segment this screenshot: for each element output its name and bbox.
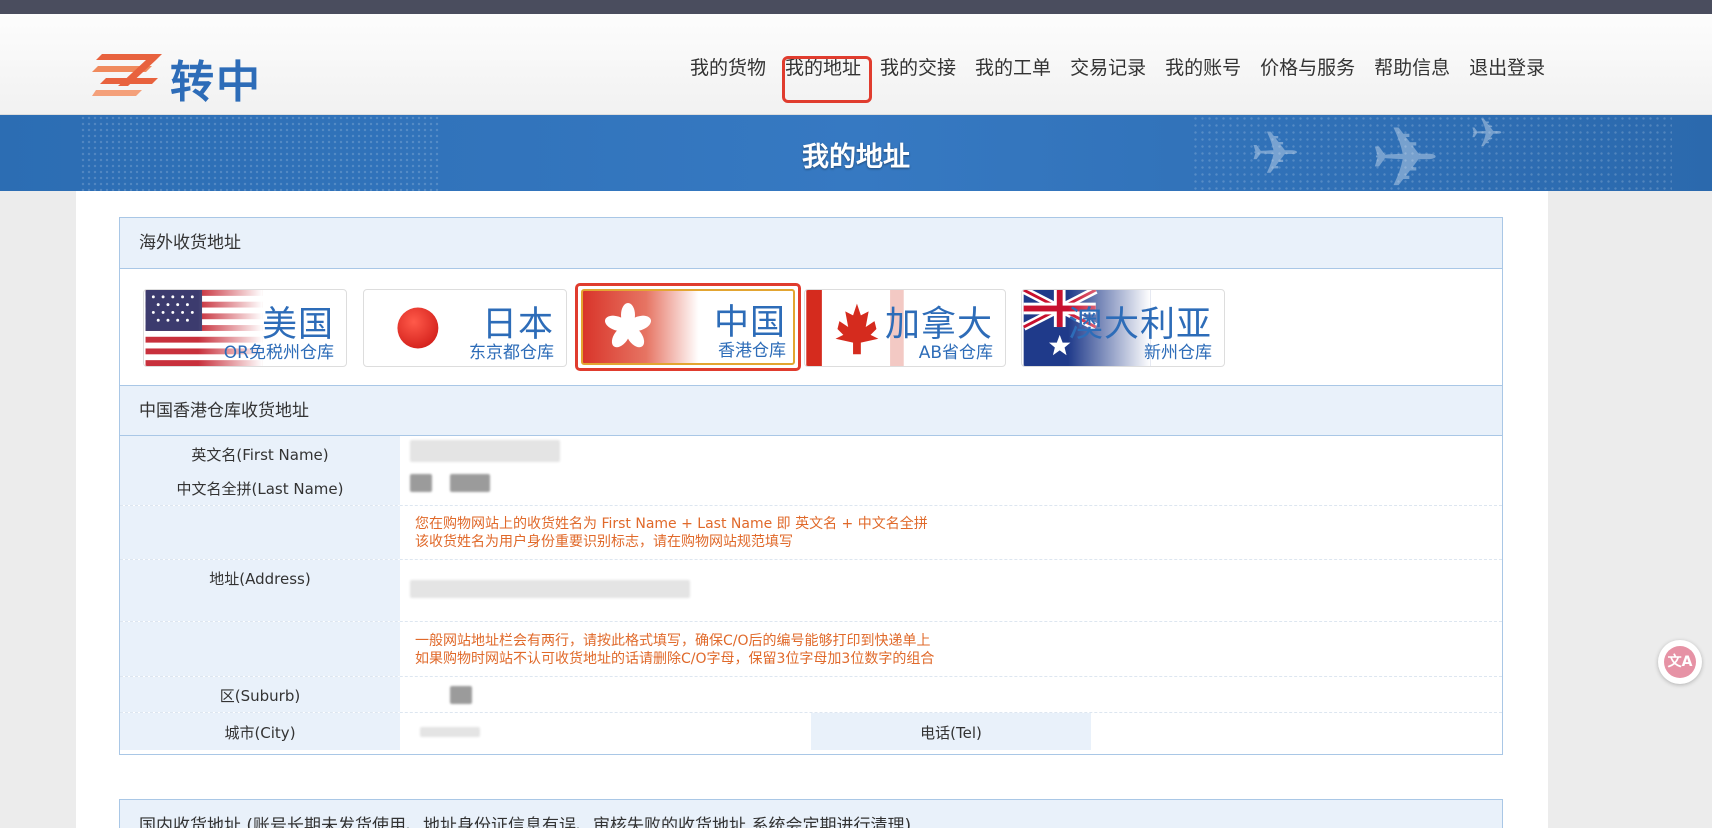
warehouse-hongkong[interactable]: 中国 香港仓库	[575, 283, 801, 371]
overseas-address-panel: 海外收货地址 美国 OR免税州仓库 日本 东京都仓库 中国 香港仓库 加拿大 A…	[119, 217, 1503, 755]
warehouse-canada[interactable]: 加拿大 AB省仓库	[804, 289, 1006, 367]
japan-flag-icon	[397, 307, 439, 349]
warehouse-australia[interactable]: 澳大利亚 新州仓库	[1021, 289, 1225, 367]
warehouse-name: AB省仓库	[918, 343, 993, 363]
name-row: 英文名(First Name) 中文名全拼(Last Name)	[120, 436, 1502, 506]
address-section-title: 中国香港仓库收货地址	[120, 385, 1502, 436]
active-nav-highlight	[782, 56, 872, 103]
site-logo[interactable]: 转中	[92, 42, 262, 108]
city-row: 城市(City) 电话(Tel)	[120, 713, 1502, 750]
warehouse-japan[interactable]: 日本 东京都仓库	[363, 289, 567, 367]
nav-item-tickets[interactable]: 我的工单	[975, 54, 1051, 82]
nav-item-transactions[interactable]: 交易记录	[1070, 54, 1146, 82]
brand-name: 转中	[170, 57, 262, 108]
nav-item-pricing[interactable]: 价格与服务	[1260, 54, 1355, 82]
page-banner: ✈ ✈ ✈ 我的地址	[0, 115, 1712, 191]
suburb-row: 区(Suburb)	[120, 677, 1502, 713]
airplane-icon: ✈	[1470, 115, 1504, 157]
suburb-label: 区(Suburb)	[219, 687, 301, 705]
address-label: 地址(Address)	[209, 570, 311, 588]
warehouse-us[interactable]: 美国 OR免税州仓库	[143, 289, 347, 367]
nav-item-account[interactable]: 我的账号	[1165, 54, 1241, 82]
airplane-icon: ✈	[1250, 119, 1301, 189]
nav-item-logout[interactable]: 退出登录	[1469, 54, 1545, 82]
last-name-value	[450, 474, 490, 492]
warehouse-selector: 美国 OR免税州仓库 日本 东京都仓库 中国 香港仓库 加拿大 AB省仓库 澳大…	[120, 269, 1502, 385]
nav-item-help[interactable]: 帮助信息	[1374, 54, 1450, 82]
address-note: 一般网站地址栏会有两行，请按此格式填写，确保C/O后的编号能够打印到快递单上 如…	[415, 633, 935, 667]
warehouse-name: 新州仓库	[1144, 343, 1212, 363]
hongkong-flag-icon	[604, 303, 652, 348]
name-note-row: 您在购物网站上的收货姓名为 First Name + Last Name 即 英…	[120, 506, 1502, 560]
warehouse-name: 东京都仓库	[469, 343, 554, 363]
address-table: 英文名(First Name) 中文名全拼(Last Name) 您在购物网站上…	[120, 436, 1502, 750]
logo-stripes-icon	[92, 54, 162, 96]
city-label: 城市(City)	[224, 724, 296, 742]
warehouse-name: OR免税州仓库	[223, 343, 334, 363]
overseas-panel-title: 海外收货地址	[120, 218, 1502, 269]
warehouse-name: 香港仓库	[718, 341, 786, 361]
address-note-row: 一般网站地址栏会有两行，请按此格式填写，确保C/O后的编号能够打印到快递单上 如…	[120, 622, 1502, 677]
first-name-label: 英文名(First Name)	[191, 446, 329, 464]
last-name-value	[410, 474, 432, 492]
address-row: 地址(Address)	[120, 560, 1502, 622]
first-name-value	[410, 440, 560, 462]
tel-label-cell: 电话(Tel)	[811, 713, 1091, 750]
top-strip	[0, 0, 1712, 14]
domestic-address-panel: 国内收货地址 (账号长期未发货使用、地址身份证信息有误、审核失败的收货地址 系统…	[119, 799, 1503, 828]
suburb-value	[450, 686, 472, 704]
nav-item-handover[interactable]: 我的交接	[880, 54, 956, 82]
name-note: 您在购物网站上的收货姓名为 First Name + Last Name 即 英…	[415, 516, 928, 550]
translate-button[interactable]: 文A	[1658, 640, 1702, 684]
page-title: 我的地址	[802, 142, 910, 173]
last-name-label: 中文名全拼(Last Name)	[176, 480, 344, 498]
address-value	[410, 580, 690, 598]
airplane-icon: ✈	[1370, 115, 1441, 191]
city-value	[420, 727, 480, 737]
nav-item-goods[interactable]: 我的货物	[690, 54, 766, 82]
tel-label: 电话(Tel)	[920, 724, 982, 742]
main-content: 海外收货地址 美国 OR免税州仓库 日本 东京都仓库 中国 香港仓库 加拿大 A…	[76, 191, 1548, 828]
domestic-panel-title: 国内收货地址 (账号长期未发货使用、地址身份证信息有误、审核失败的收货地址 系统…	[120, 800, 1502, 828]
translate-icon: 文A	[1664, 646, 1696, 678]
